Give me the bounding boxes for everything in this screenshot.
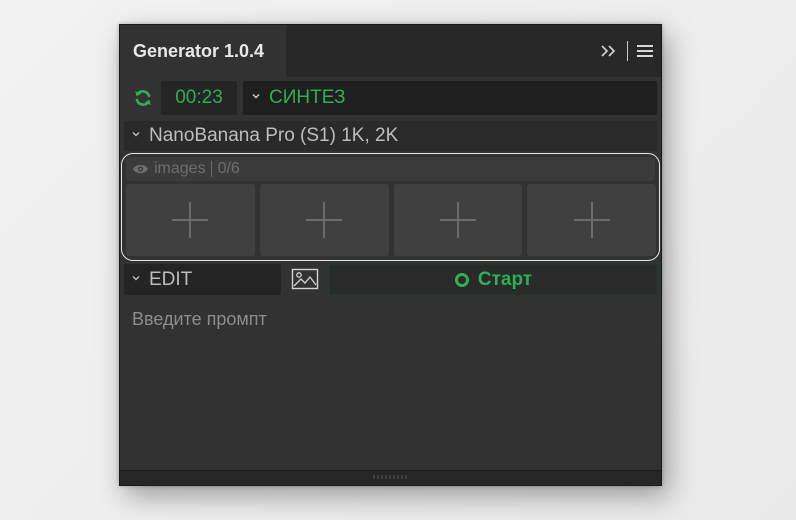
edit-mode-dropdown[interactable]: EDIT xyxy=(124,264,281,295)
eye-icon[interactable] xyxy=(132,163,149,175)
images-header-divider xyxy=(210,161,212,177)
refresh-icon[interactable] xyxy=(132,87,154,109)
model-dropdown-value: NanoBanana Pro (S1) 1K, 2K xyxy=(149,125,399,146)
prompt-input[interactable] xyxy=(124,305,657,465)
image-icon[interactable] xyxy=(291,268,319,290)
elapsed-timer: 00:23 xyxy=(161,81,237,115)
image-slot-3[interactable] xyxy=(393,184,523,256)
images-label: images xyxy=(154,160,206,177)
panel-resize-footer xyxy=(120,470,661,485)
plus-icon xyxy=(573,202,610,238)
resize-grip[interactable] xyxy=(372,475,409,479)
model-dropdown[interactable]: NanoBanana Pro (S1) 1K, 2K xyxy=(124,121,657,151)
start-button[interactable]: Старт xyxy=(329,264,657,295)
panel-tab[interactable]: Generator 1.0.4 xyxy=(120,25,286,77)
chevron-down-icon xyxy=(252,94,260,99)
start-icon xyxy=(454,272,469,287)
panel-title: Generator 1.0.4 xyxy=(133,40,265,61)
image-slots xyxy=(126,184,656,256)
double-chevron-right-icon[interactable] xyxy=(597,40,621,62)
images-header: images 0/6 xyxy=(126,157,655,181)
generator-panel: Generator 1.0.4 00:23 СИНТЕЗ NanoBanana … xyxy=(119,24,662,486)
hamburger-menu-icon[interactable] xyxy=(637,45,653,57)
image-slot-1[interactable] xyxy=(126,184,255,256)
start-button-label: Старт xyxy=(477,268,533,290)
toolbar-divider xyxy=(627,41,628,61)
panel-tab-bar: Generator 1.0.4 xyxy=(120,25,661,77)
plus-icon xyxy=(172,202,209,238)
chevron-down-icon xyxy=(132,132,140,137)
edit-mode-value: EDIT xyxy=(149,268,193,290)
image-slot-2[interactable] xyxy=(259,184,389,256)
reference-images-section: images 0/6 xyxy=(121,153,660,261)
image-slot-4[interactable] xyxy=(527,184,656,256)
plus-icon xyxy=(306,202,343,238)
panel-controls xyxy=(597,40,653,62)
action-row: EDIT Старт xyxy=(124,264,657,295)
status-row: 00:23 СИНТЕЗ xyxy=(127,81,657,115)
mode-dropdown-value: СИНТЕЗ xyxy=(269,87,346,108)
images-count: 0/6 xyxy=(217,160,240,177)
mode-dropdown[interactable]: СИНТЕЗ xyxy=(243,81,657,115)
plus-icon xyxy=(439,202,476,238)
chevron-down-icon xyxy=(132,275,140,280)
